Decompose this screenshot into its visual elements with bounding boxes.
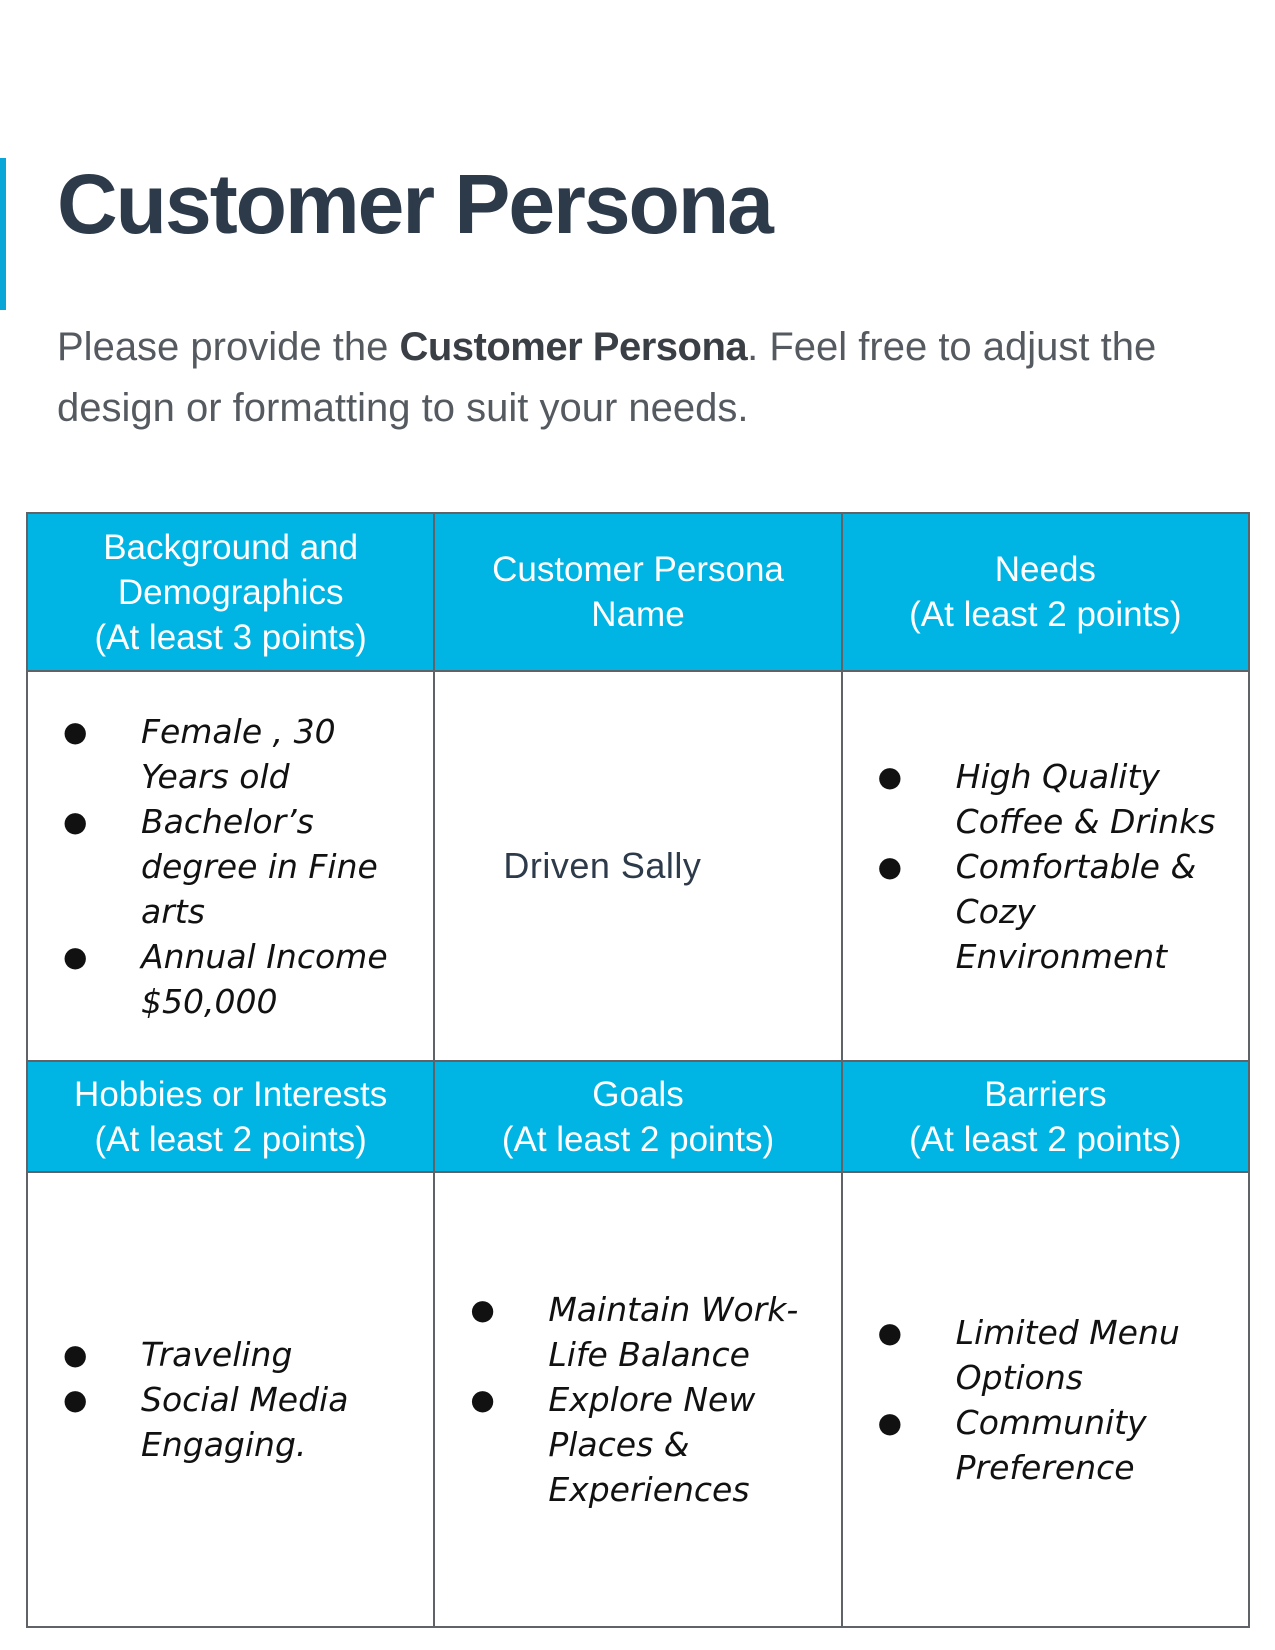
header-row-1: Background and Demographics (At least 3 … xyxy=(25,512,1251,672)
page-title: Customer Persona xyxy=(57,157,774,251)
bullet-icon: ● xyxy=(63,804,88,838)
barriers-cell: ● Limited Menu Options ● Community Prefere… xyxy=(840,1171,1251,1628)
list-item: ● Annual Income $50,000 xyxy=(28,934,433,1024)
content-row-1: ● Female , 30 Years old ● Bachelor’s degre… xyxy=(25,670,1251,1062)
barriers-list: ● Limited Menu Options ● Community Prefere… xyxy=(843,1310,1248,1490)
header-persona-name: Customer Persona Name xyxy=(433,512,843,672)
list-item-text: Annual Income $50,000 xyxy=(141,936,388,1021)
list-item: ● Explore New Places & Experiences xyxy=(435,1377,840,1512)
needs-cell: ● High Quality Coffee & Drinks ● Comfortab… xyxy=(840,670,1251,1062)
list-item: ● Community Preference xyxy=(843,1400,1248,1490)
goals-list: ● Maintain Work-Life Balance ● Explore New… xyxy=(435,1287,840,1512)
header-line: (At least 3 points) xyxy=(94,617,367,657)
header-line: (At least 2 points) xyxy=(94,1119,367,1159)
bullet-icon: ● xyxy=(63,1383,88,1416)
persona-name-cell: Driven Sally xyxy=(433,670,843,1062)
list-item-text: Maintain Work-Life Balance xyxy=(548,1290,799,1374)
bullet-icon: ● xyxy=(877,1405,903,1439)
needs-list: ● High Quality Coffee & Drinks ● Comfortab… xyxy=(843,754,1248,979)
bullet-icon: ● xyxy=(877,1315,903,1349)
persona-table: Background and Demographics (At least 3 … xyxy=(25,512,1251,1628)
list-item: ● Traveling xyxy=(28,1332,433,1377)
list-item: ● Female , 30 Years old xyxy=(28,709,433,799)
hobbies-cell: ● Traveling ● Social Media Engaging. xyxy=(25,1171,436,1628)
list-item-text: Social Media Engaging. xyxy=(141,1380,349,1464)
header-line: Name xyxy=(591,595,685,634)
header-hobbies-interests: Hobbies or Interests (At least 2 points) xyxy=(25,1060,436,1173)
list-item-text: Comfortable & Cozy Environment xyxy=(955,846,1197,976)
list-item: ● Limited Menu Options xyxy=(843,1310,1248,1400)
bullet-icon: ● xyxy=(470,1383,495,1416)
hobbies-list: ● Traveling ● Social Media Engaging. xyxy=(28,1332,433,1467)
intro-text-before: Please provide the xyxy=(57,325,400,369)
title-accent-bar xyxy=(0,158,6,310)
list-item: ● Bachelor’s degree in Fine arts xyxy=(28,799,433,934)
list-item-text: Female , 30 Years old xyxy=(141,711,336,796)
header-line: (At least 2 points) xyxy=(909,1119,1182,1159)
list-item: ● Social Media Engaging. xyxy=(28,1377,433,1467)
header-line: Hobbies or Interests xyxy=(74,1074,388,1114)
list-item: ● High Quality Coffee & Drinks xyxy=(843,754,1248,844)
list-item-text: Limited Menu Options xyxy=(955,1312,1180,1397)
persona-name: Driven Sally xyxy=(503,845,702,886)
background-list: ● Female , 30 Years old ● Bachelor’s degre… xyxy=(28,709,433,1024)
list-item-text: Traveling xyxy=(141,1335,293,1374)
bullet-icon: ● xyxy=(470,1293,495,1326)
header-line: Background and xyxy=(103,527,359,567)
header-line: Customer Persona xyxy=(492,550,784,589)
bullet-icon: ● xyxy=(63,939,88,973)
header-line: (At least 2 points) xyxy=(501,1119,775,1159)
header-needs: Needs (At least 2 points) xyxy=(840,512,1251,672)
header-row-2: Hobbies or Interests (At least 2 points)… xyxy=(25,1060,1251,1173)
header-background-demographics: Background and Demographics (At least 3 … xyxy=(25,512,436,672)
header-line: Needs xyxy=(994,550,1096,589)
header-line: Goals xyxy=(592,1074,684,1114)
bullet-icon: ● xyxy=(877,759,903,793)
list-item: ● Maintain Work-Life Balance xyxy=(435,1287,840,1377)
list-item: ● Comfortable & Cozy Environment xyxy=(843,844,1248,979)
content-row-2: ● Traveling ● Social Media Engaging. ● Main… xyxy=(25,1171,1251,1628)
list-item-text: Community Preference xyxy=(955,1402,1147,1487)
bullet-icon: ● xyxy=(63,714,88,748)
header-line: Demographics xyxy=(117,572,344,612)
bullet-icon: ● xyxy=(877,849,903,883)
header-line: Barriers xyxy=(984,1074,1107,1114)
header-line: (At least 2 points) xyxy=(909,595,1182,634)
bullet-icon: ● xyxy=(63,1338,88,1371)
intro-text-bold: Customer Persona xyxy=(399,325,748,369)
list-item-text: Explore New Places & Experiences xyxy=(548,1380,756,1509)
list-item-text: High Quality Coffee & Drinks xyxy=(955,756,1216,841)
header-goals: Goals (At least 2 points) xyxy=(433,1060,843,1173)
intro-paragraph: Please provide the Customer Persona. Fee… xyxy=(57,317,1237,439)
list-item-text: Bachelor’s degree in Fine arts xyxy=(141,801,378,931)
goals-cell: ● Maintain Work-Life Balance ● Explore New… xyxy=(433,1171,843,1628)
header-barriers: Barriers (At least 2 points) xyxy=(840,1060,1251,1173)
background-cell: ● Female , 30 Years old ● Bachelor’s degre… xyxy=(25,670,436,1062)
